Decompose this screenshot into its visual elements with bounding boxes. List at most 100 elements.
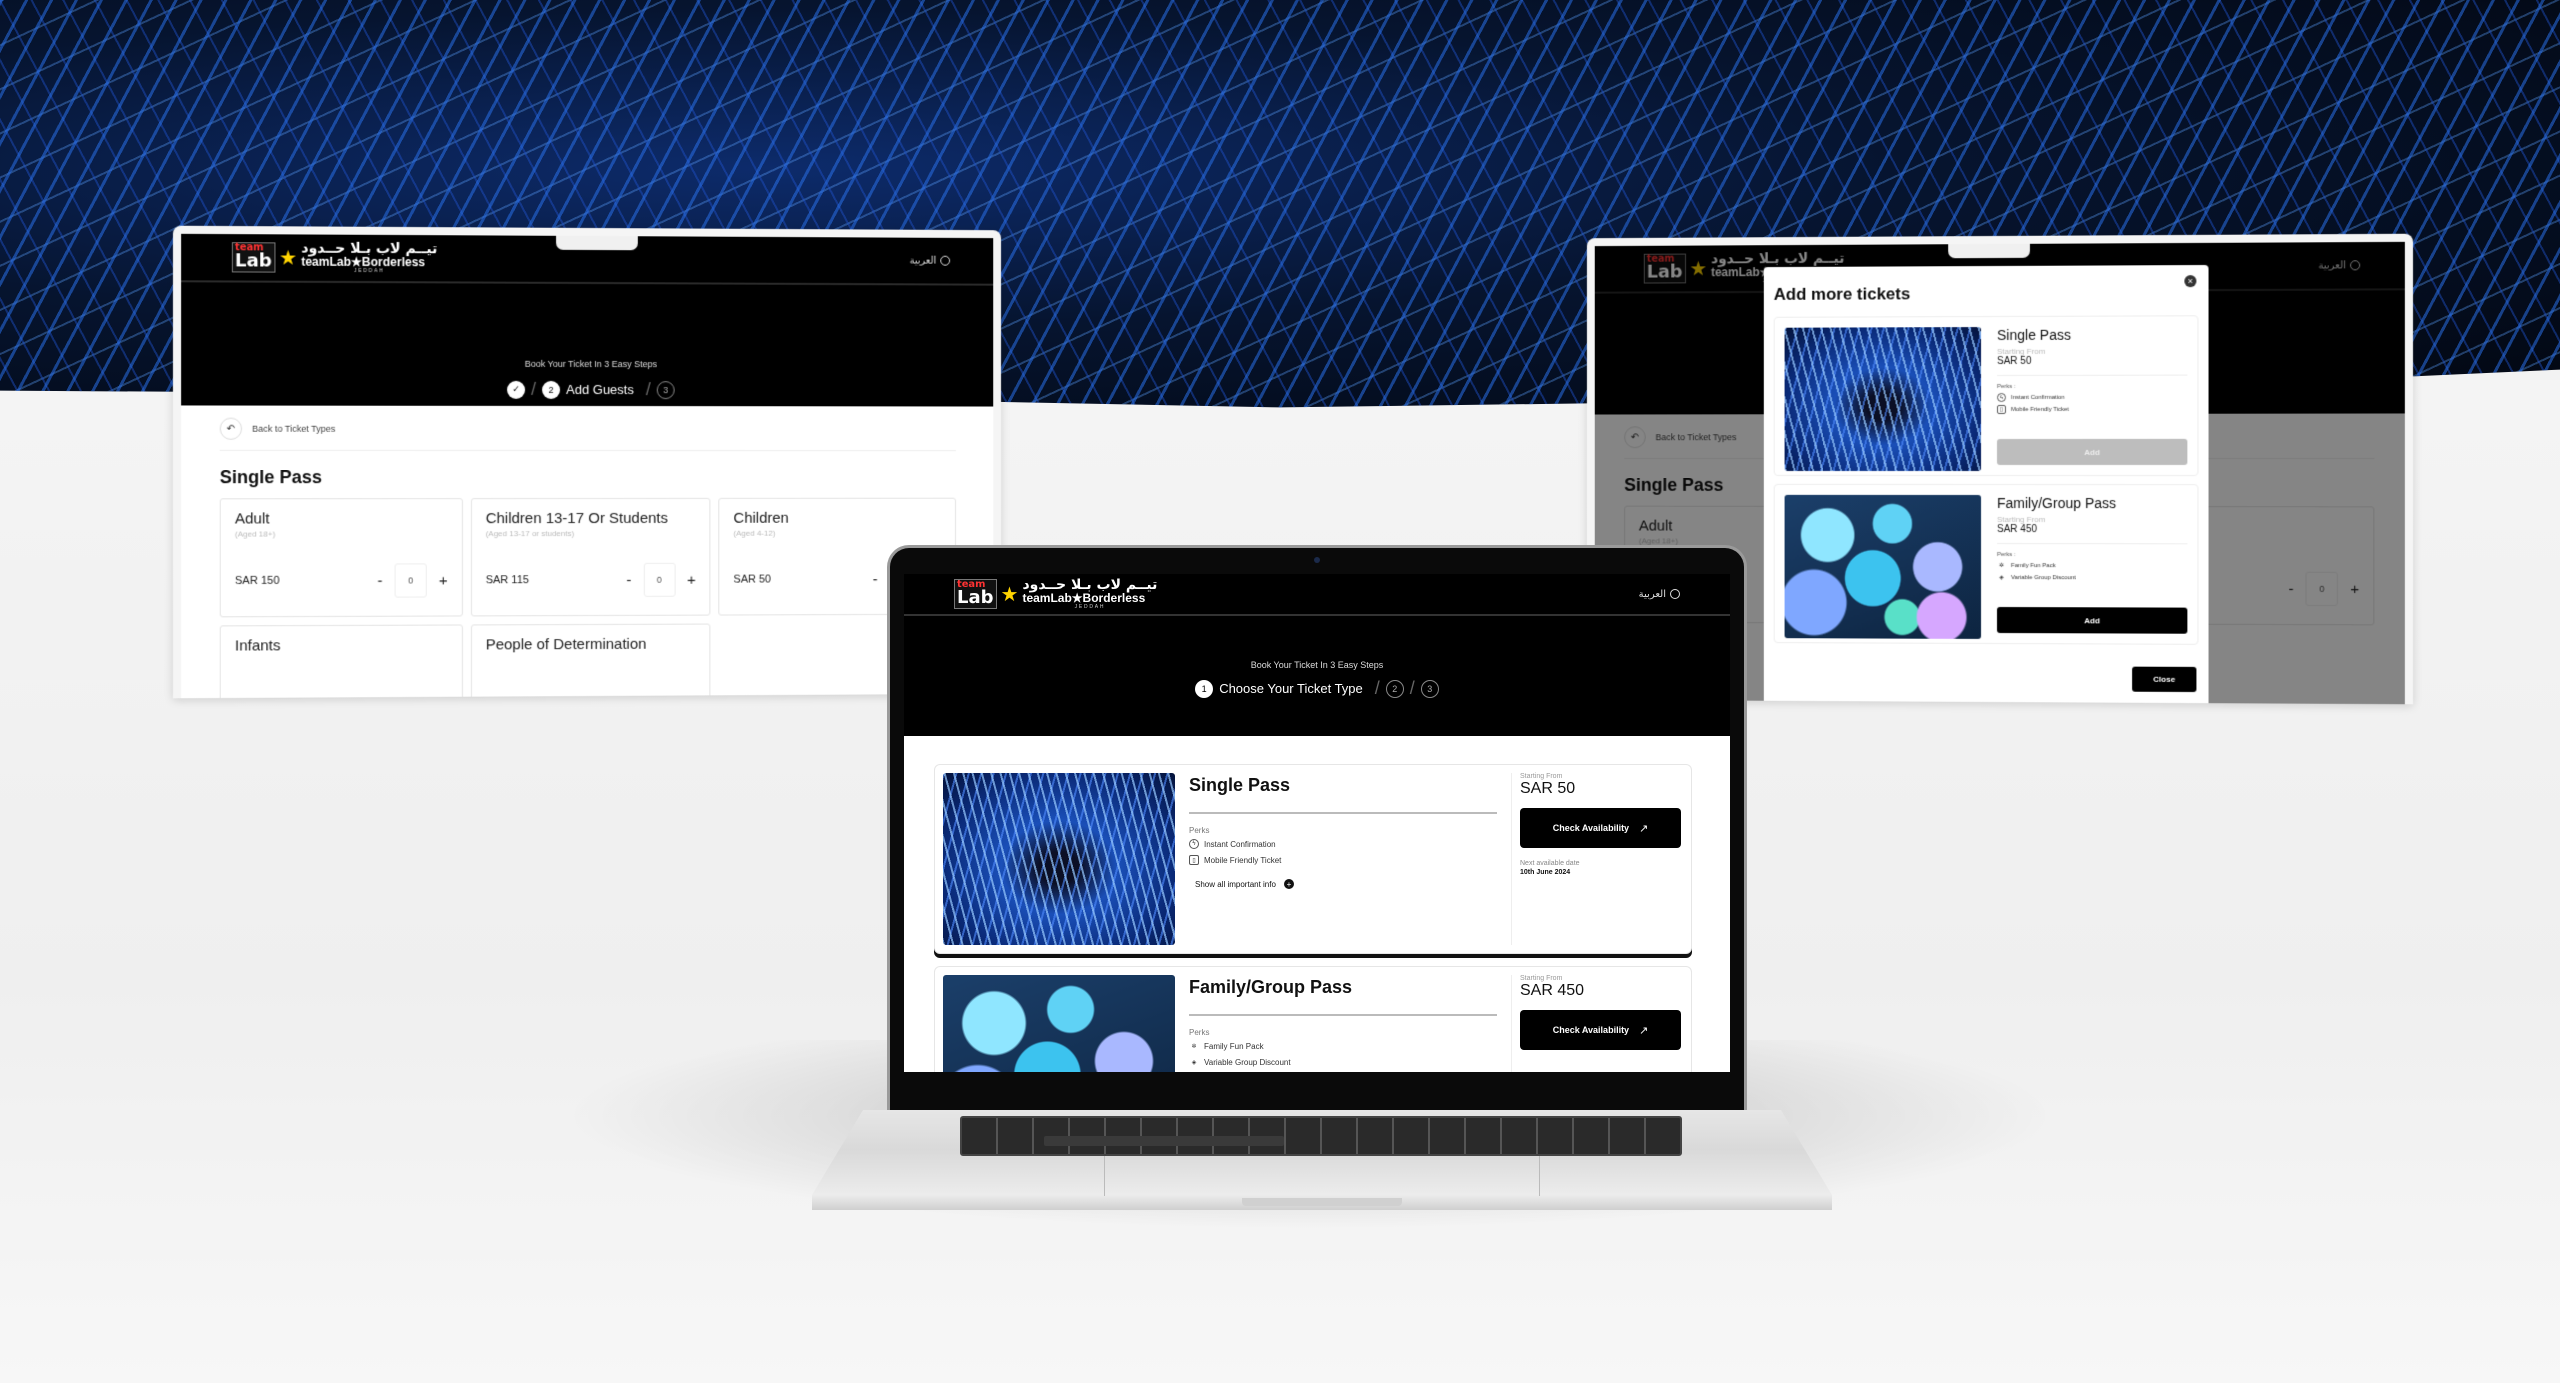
- perk-item: ◈ Variable Group Discount: [1997, 573, 2187, 583]
- steps-subtitle: Book Your Ticket In 3 Easy Steps: [1250, 660, 1384, 670]
- starting-from-label: Starting From: [1520, 975, 1563, 982]
- guest-price: SAR 115: [485, 574, 529, 587]
- pass-card-family: Family/Group Pass Starting From SAR 450 …: [1773, 483, 2199, 645]
- step-2-indicator: 2: [1385, 679, 1404, 698]
- step-1-complete-check-icon[interactable]: ✓: [507, 380, 526, 399]
- perk-item: ✲ Family Fun Pack: [1189, 1041, 1497, 1051]
- step-1-label: Choose Your Ticket Type: [1219, 681, 1363, 696]
- quantity-input[interactable]: 0: [394, 563, 427, 598]
- ticket-details: Single Pass Perks ϟ Instant Confirmation…: [1175, 773, 1511, 945]
- stepper-progress: 1 Choose Your Ticket Type / 2 / 3: [904, 678, 1730, 699]
- section-title: Single Pass: [219, 467, 323, 488]
- screen-notch: [556, 235, 638, 251]
- perk-item: ▯ Mobile Friendly Ticket: [1189, 855, 1497, 865]
- guest-age-note: (Aged 13-17 or students): [485, 528, 575, 538]
- brand-logo[interactable]: team Lab ★ تيــم لاب بـلا حــدود teamLab…: [231, 240, 437, 275]
- guest-price: SAR 150: [234, 574, 280, 588]
- ticket-price: SAR 450: [1520, 982, 1585, 999]
- pass-card-single: Single Pass Starting From SAR 50 Perks :…: [1773, 315, 2199, 477]
- step-2-indicator: 2: [542, 380, 561, 399]
- single-pass-image: [1784, 327, 1982, 471]
- left-screen-add-guests: team Lab ★ تيــم لاب بـلا حــدود teamLab…: [172, 225, 1002, 699]
- check-availability-button[interactable]: Check Availability ↗: [1520, 1010, 1681, 1050]
- perks-label: Perks :: [1996, 552, 2016, 559]
- ticket-card-single-pass: Single Pass Perks ϟ Instant Confirmation…: [934, 764, 1692, 954]
- next-available-label: Next available date: [1520, 860, 1580, 867]
- guest-name: Children 13-17 Or Students: [485, 509, 668, 528]
- plus-circle-icon: +: [1283, 879, 1294, 889]
- quantity-input[interactable]: 0: [643, 562, 676, 597]
- arrow-up-right-icon: ↗: [1639, 1024, 1649, 1037]
- logo-mark-bottom: Lab: [234, 250, 272, 272]
- back-arrow-icon: ↶: [219, 417, 243, 440]
- language-toggle[interactable]: العربية: [1639, 589, 1680, 600]
- single-pass-image: [943, 773, 1175, 945]
- logo-mark-bottom: Lab: [957, 587, 994, 609]
- guest-card-children-13-17: Children 13-17 Or Students (Aged 13-17 o…: [470, 497, 711, 617]
- site-header: team Lab ★ تيــم لاب بـلا حــدود teamLab…: [904, 574, 1730, 736]
- guest-price-row: SAR 150 - 0 +: [235, 563, 448, 598]
- teamlab-logo-icon: team Lab: [954, 579, 997, 609]
- perk-label: Family Fun Pack: [1204, 1041, 1264, 1051]
- discount-tag-icon: ◈: [1191, 1059, 1197, 1066]
- screen: team Lab ★ تيــم لاب بـلا حــدود teamLab…: [181, 233, 994, 699]
- laptop-screen-choose-ticket: team Lab ★ تيــم لاب بـلا حــدود teamLab…: [904, 574, 1730, 1115]
- language-label: العربية: [1638, 588, 1666, 600]
- guest-name: Adult: [234, 510, 270, 528]
- star-icon: ★: [279, 246, 298, 270]
- perk-label: Mobile Friendly Ticket: [1204, 855, 1282, 865]
- guest-type-grid: Adult (Aged 18+) SAR 150 - 0 + Children …: [219, 497, 956, 699]
- brand-logo[interactable]: team Lab ★ تيــم لاب بـلا حــدود teamLab…: [954, 578, 1157, 611]
- add-family-pass-button[interactable]: Add: [1996, 607, 2188, 634]
- decrement-button[interactable]: -: [626, 571, 631, 588]
- step-3-indicator: 3: [1420, 679, 1439, 698]
- back-to-ticket-types-link[interactable]: ↶ Back to Ticket Types: [219, 405, 956, 452]
- step-3-indicator: 3: [656, 380, 675, 399]
- guest-card-adult: Adult (Aged 18+) SAR 150 - 0 +: [219, 498, 463, 618]
- pass-price: SAR 450: [1996, 524, 2188, 545]
- globe-icon: [940, 255, 951, 266]
- teamlab-logo-icon: team Lab: [231, 242, 275, 273]
- perk-item: ◈ Variable Group Discount: [1189, 1057, 1497, 1067]
- perk-item: ϟ Instant Confirmation: [1996, 392, 2187, 402]
- language-toggle[interactable]: العربية: [909, 255, 951, 267]
- guests-content: ↶ Back to Ticket Types Single Pass Adult…: [181, 405, 993, 699]
- guest-card-people-of-determination: People of Determination: [470, 623, 711, 699]
- close-button[interactable]: Close: [2132, 666, 2197, 693]
- increment-button[interactable]: +: [439, 572, 448, 589]
- guest-name: Children: [733, 509, 789, 527]
- language-label: العربية: [909, 255, 937, 267]
- guest-age-note: (Aged 4-12): [733, 528, 776, 538]
- step-separator: /: [1409, 678, 1415, 698]
- perks-label: Perks: [1189, 826, 1210, 835]
- decrement-button[interactable]: -: [377, 572, 382, 589]
- perk-item: ▯ Mobile Friendly Ticket: [1996, 404, 2187, 414]
- check-availability-button[interactable]: Check Availability ↗: [1520, 808, 1681, 848]
- space-bar: [1044, 1136, 1284, 1146]
- step-1-indicator: 1: [1195, 679, 1214, 698]
- ticket-name: Single Pass: [1189, 775, 1497, 814]
- perks-label: Perks: [1189, 1028, 1210, 1037]
- close-icon[interactable]: ×: [2184, 275, 2197, 288]
- starting-from-label: Starting From: [1996, 346, 2046, 356]
- trackpad: [1104, 1156, 1540, 1196]
- quantity-stepper: - 0 +: [377, 563, 448, 598]
- increment-button[interactable]: +: [687, 571, 696, 588]
- add-more-tickets-modal: × Add more tickets Single Pass Starting …: [1763, 264, 2209, 705]
- perk-label: Family Fun Pack: [2010, 562, 2056, 569]
- show-important-info-link[interactable]: Show all important info +: [1189, 879, 1497, 889]
- perk-item: ϟ Instant Confirmation: [1189, 839, 1497, 849]
- laptop-bottom-bezel: [887, 1072, 1747, 1112]
- add-single-pass-button[interactable]: Add: [1996, 438, 2188, 465]
- laptop-display: team Lab ★ تيــم لاب بـلا حــدود teamLab…: [887, 545, 1747, 1115]
- ticket-name: Family/Group Pass: [1189, 977, 1497, 1016]
- cta-label: Check Availability: [1552, 823, 1630, 833]
- decrement-button[interactable]: -: [873, 571, 878, 588]
- mobile-ticket-icon: ▯: [1189, 855, 1199, 865]
- discount-tag-icon: ◈: [1999, 575, 2004, 582]
- guest-age-note: (Aged 18+): [234, 529, 276, 539]
- perk-label: Variable Group Discount: [2010, 574, 2076, 581]
- step-separator: /: [531, 378, 537, 399]
- perks-label: Perks :: [1996, 383, 2016, 390]
- guest-price-row: SAR 115 - 0 +: [485, 562, 696, 598]
